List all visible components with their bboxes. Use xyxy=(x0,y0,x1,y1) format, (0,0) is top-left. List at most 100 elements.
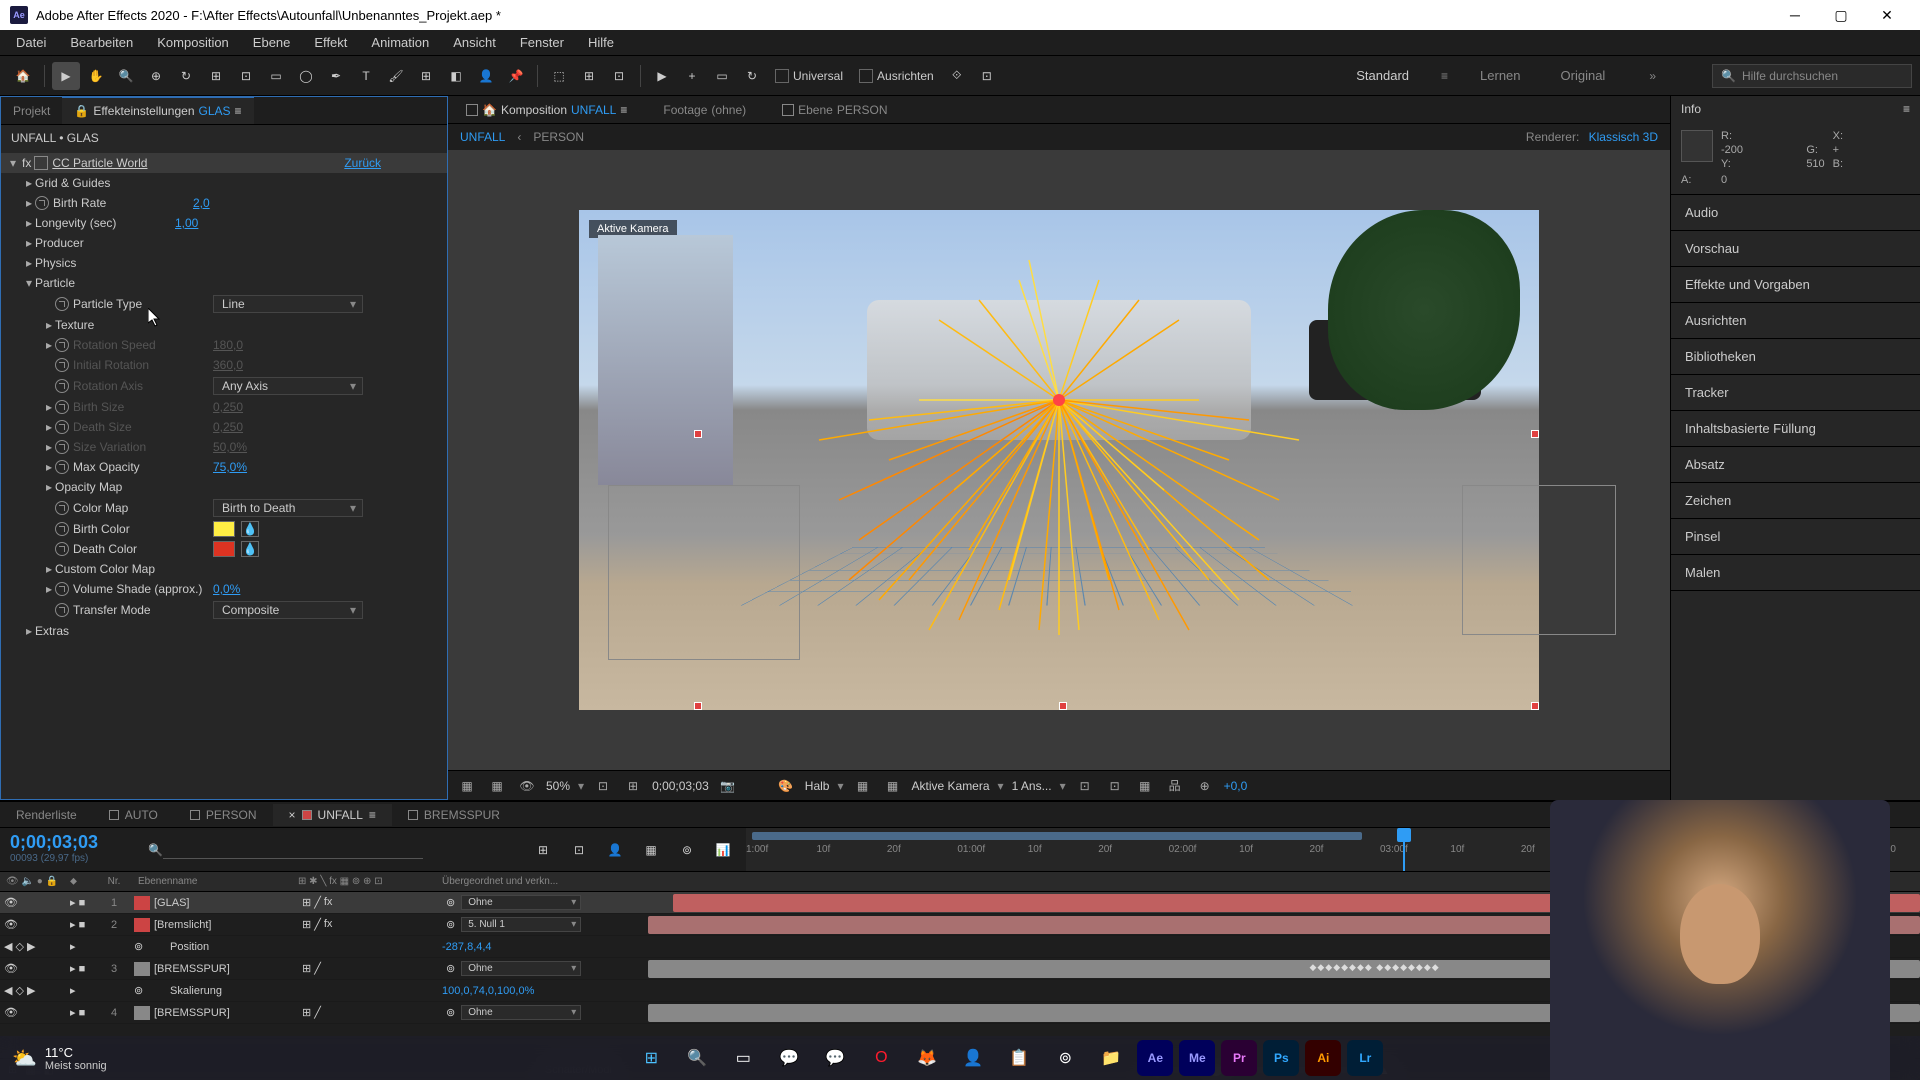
motion-blur-button[interactable]: ⊚ xyxy=(673,836,701,864)
illustrator-icon[interactable]: Ai xyxy=(1305,1040,1341,1076)
views-select[interactable]: 1 Ans... xyxy=(1012,779,1052,793)
camera-select[interactable]: Aktive Kamera xyxy=(912,779,990,793)
comp-tab-komposition[interactable]: 🏠 Komposition UNFALL ≡ xyxy=(456,99,637,121)
start-button[interactable]: ⊞ xyxy=(631,1040,671,1076)
stopwatch-icon[interactable] xyxy=(55,297,69,311)
help-search-input[interactable]: 🔍 Hilfe durchsuchen xyxy=(1712,64,1912,88)
renderer-value[interactable]: Klassisch 3D xyxy=(1589,130,1658,144)
text-tool[interactable]: T xyxy=(352,62,380,90)
draft-3d-button[interactable]: ⊡ xyxy=(565,836,593,864)
panel-bibliotheken[interactable]: Bibliotheken xyxy=(1671,339,1920,375)
photoshop-icon[interactable]: Ps xyxy=(1263,1040,1299,1076)
rect-tool[interactable]: ▭ xyxy=(262,62,290,90)
particle-type-select[interactable]: Line xyxy=(213,295,363,313)
stopwatch-icon[interactable] xyxy=(55,501,69,515)
menu-ansicht[interactable]: Ansicht xyxy=(441,31,508,54)
effect-cc-particle-world[interactable]: ▾ fx CC Particle World Zurück xyxy=(1,153,447,173)
panel-menu-icon[interactable]: ≡ xyxy=(1903,102,1910,116)
menu-ebene[interactable]: Ebene xyxy=(241,31,303,54)
toggle-alpha-button[interactable]: ▦ xyxy=(852,775,874,797)
opera-icon[interactable]: O xyxy=(861,1040,901,1076)
view-axis-button[interactable]: ⊡ xyxy=(605,62,633,90)
mask-button[interactable]: 👁 xyxy=(516,775,538,797)
convert-tool[interactable]: ▭ xyxy=(708,62,736,90)
tl-tab-bremsspur[interactable]: BREMSSPUR xyxy=(392,804,516,826)
panel-ausrichten[interactable]: Ausrichten xyxy=(1671,303,1920,339)
comp-tab-ebene[interactable]: Ebene PERSON xyxy=(772,99,897,121)
stopwatch-icon[interactable] xyxy=(35,196,49,210)
color-mgmt-button[interactable]: ▦ xyxy=(882,775,904,797)
prop-transfer-mode[interactable]: Transfer ModeComposite xyxy=(1,599,447,621)
world-axis-button[interactable]: ⊞ xyxy=(575,62,603,90)
search-button[interactable]: 🔍 xyxy=(677,1040,717,1076)
channel-button[interactable]: 🎨 xyxy=(775,775,797,797)
stopwatch-icon[interactable] xyxy=(55,522,69,536)
timeline-search-input[interactable] xyxy=(163,840,423,859)
taskbar-weather[interactable]: ⛅ 11°C Meist sonnig xyxy=(12,1045,107,1072)
shy-button[interactable]: 👤 xyxy=(601,836,629,864)
prop-texture[interactable]: ▸Texture xyxy=(1,315,447,335)
lightroom-icon[interactable]: Lr xyxy=(1347,1040,1383,1076)
birth-color-swatch[interactable] xyxy=(213,521,235,537)
menu-komposition[interactable]: Komposition xyxy=(145,31,241,54)
color-map-select[interactable]: Birth to Death xyxy=(213,499,363,517)
prop-extras[interactable]: ▸Extras xyxy=(1,621,447,641)
teams-icon[interactable]: 💬 xyxy=(769,1040,809,1076)
stopwatch-icon[interactable] xyxy=(55,582,69,596)
stopwatch-icon[interactable] xyxy=(55,460,69,474)
workspace-standard[interactable]: Standard xyxy=(1348,64,1417,87)
feather-tool[interactable]: ↻ xyxy=(738,62,766,90)
workspace-lernen[interactable]: Lernen xyxy=(1472,64,1528,87)
prop-birth-color[interactable]: Birth Color💧 xyxy=(1,519,447,539)
menu-fenster[interactable]: Fenster xyxy=(508,31,576,54)
eraser-tool[interactable]: ◧ xyxy=(442,62,470,90)
prop-opacity-map[interactable]: ▸Opacity Map xyxy=(1,477,447,497)
prop-particle[interactable]: ▾Particle xyxy=(1,273,447,293)
eyedropper-icon[interactable]: 💧 xyxy=(241,541,259,557)
fast-preview-button[interactable]: ⊡ xyxy=(1104,775,1126,797)
media-encoder-icon[interactable]: Me xyxy=(1179,1040,1215,1076)
prop-physics[interactable]: ▸Physics xyxy=(1,253,447,273)
minimize-button[interactable]: ─ xyxy=(1772,0,1818,30)
pixel-aspect-button[interactable]: ⊡ xyxy=(1074,775,1096,797)
panel-tracker[interactable]: Tracker xyxy=(1671,375,1920,411)
rotate-tool[interactable]: ↻ xyxy=(172,62,200,90)
home-button[interactable]: 🏠 xyxy=(9,62,37,90)
app-icon-1[interactable]: 👤 xyxy=(953,1040,993,1076)
panel-effekte[interactable]: Effekte und Vorgaben xyxy=(1671,267,1920,303)
reset-link[interactable]: Zurück xyxy=(344,156,381,170)
zoom-value[interactable]: 50% xyxy=(546,779,570,793)
menu-datei[interactable]: Datei xyxy=(4,31,58,54)
resolution-icon[interactable]: ⊡ xyxy=(592,775,614,797)
roto-tool[interactable]: 👤 xyxy=(472,62,500,90)
app-icon-2[interactable]: 📋 xyxy=(999,1040,1039,1076)
ellipse-tool[interactable]: ◯ xyxy=(292,62,320,90)
flowchart-button[interactable]: 品 xyxy=(1164,775,1186,797)
explorer-icon[interactable]: 📁 xyxy=(1091,1040,1131,1076)
comp-tab-footage[interactable]: Footage (ohne) xyxy=(653,99,756,121)
anchor-tool[interactable]: ⊡ xyxy=(232,62,260,90)
universal-checkbox[interactable]: Universal xyxy=(775,69,843,83)
add-vertex-tool[interactable]: + xyxy=(678,62,706,90)
prop-producer[interactable]: ▸Producer xyxy=(1,233,447,253)
composition-viewer[interactable]: Aktive Kamera xyxy=(448,150,1670,770)
hand-tool[interactable]: ✋ xyxy=(82,62,110,90)
eyedropper-icon[interactable]: 💧 xyxy=(241,521,259,537)
prop-custom-color-map[interactable]: ▸Custom Color Map xyxy=(1,559,447,579)
snapshot-button[interactable]: 📷 xyxy=(717,775,739,797)
prop-birth-rate[interactable]: ▸Birth Rate2,0 xyxy=(1,193,447,213)
resolution-select[interactable]: Halb xyxy=(805,779,830,793)
firefox-icon[interactable]: 🦊 xyxy=(907,1040,947,1076)
info-panel-header[interactable]: Info ≡ xyxy=(1671,96,1920,122)
ausrichten-checkbox[interactable]: Ausrichten xyxy=(859,69,934,83)
panel-absatz[interactable]: Absatz xyxy=(1671,447,1920,483)
panel-zeichen[interactable]: Zeichen xyxy=(1671,483,1920,519)
panel-pinsel[interactable]: Pinsel xyxy=(1671,519,1920,555)
prop-longevity[interactable]: ▸Longevity (sec)1,00 xyxy=(1,213,447,233)
prop-volume-shade[interactable]: ▸Volume Shade (approx.)0,0% xyxy=(1,579,447,599)
comp-mini-flowchart[interactable]: ⊞ xyxy=(529,836,557,864)
tl-tab-person[interactable]: PERSON xyxy=(174,804,273,826)
tl-tab-auto[interactable]: AUTO xyxy=(93,804,174,826)
death-color-swatch[interactable] xyxy=(213,541,235,557)
prop-death-color[interactable]: Death Color💧 xyxy=(1,539,447,559)
